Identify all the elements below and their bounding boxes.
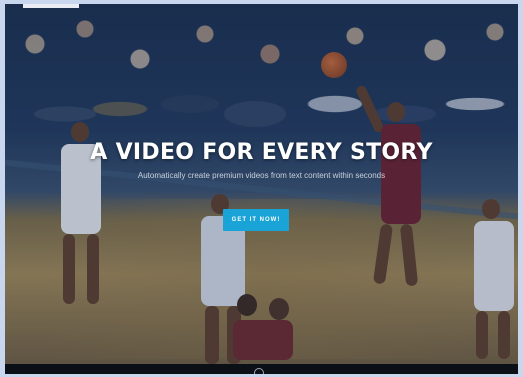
logo[interactable] bbox=[23, 4, 79, 8]
scroll-down-icon[interactable] bbox=[254, 368, 264, 374]
hero-overlay bbox=[5, 4, 518, 364]
hero-section: A VIDEO FOR EVERY STORY Automatically cr… bbox=[5, 4, 518, 364]
hero-subline: Automatically create premium videos from… bbox=[137, 171, 386, 180]
get-it-now-button[interactable]: GET IT NOW! bbox=[223, 209, 289, 231]
hero-headline: A VIDEO FOR EVERY STORY bbox=[90, 140, 433, 165]
browser-viewport: A VIDEO FOR EVERY STORY Automatically cr… bbox=[5, 4, 518, 374]
